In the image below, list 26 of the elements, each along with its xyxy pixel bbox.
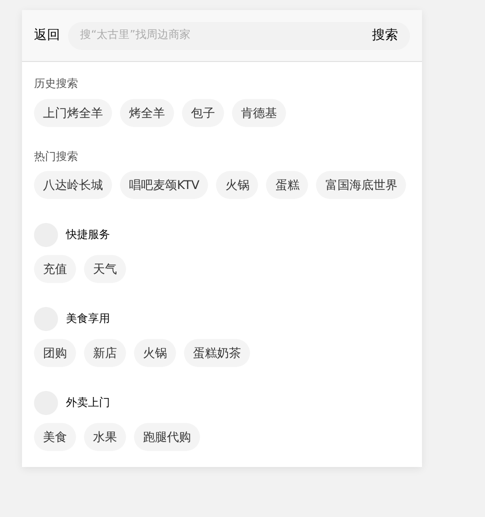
search-field[interactable]: 搜“太古里”找周边商家 搜索: [68, 22, 410, 50]
search-tag[interactable]: 火锅: [134, 339, 176, 367]
search-tag[interactable]: 新店: [84, 339, 126, 367]
category-title: 美食享用: [66, 310, 110, 327]
search-tag[interactable]: 天气: [84, 255, 126, 283]
category-title: 快捷服务: [66, 226, 110, 243]
category-title: 外卖上门: [66, 394, 110, 411]
search-tag[interactable]: 水果: [84, 423, 126, 451]
search-tag[interactable]: 火锅: [216, 171, 258, 199]
search-tag[interactable]: 肯德基: [232, 98, 286, 126]
search-tag[interactable]: 富国海底世界: [316, 171, 406, 199]
search-tag[interactable]: 蛋糕奶茶: [184, 339, 250, 367]
section-title: 历史搜索: [34, 76, 79, 92]
search-tag[interactable]: 烤全羊: [120, 98, 174, 126]
search-tag[interactable]: 团购: [34, 339, 76, 367]
search-button[interactable]: 搜索: [368, 26, 402, 46]
search-tag[interactable]: 蛋糕: [266, 171, 308, 199]
search-tag[interactable]: 八达岭长城: [34, 171, 112, 199]
section-title: 热门搜索: [34, 148, 79, 164]
search-tag[interactable]: 跑腿代购: [134, 423, 200, 451]
back-link[interactable]: 返回: [34, 26, 60, 46]
search-tag[interactable]: 包子: [182, 98, 224, 126]
search-tag[interactable]: 唱吧麦颂KTV: [120, 171, 208, 199]
search-tag[interactable]: 充值: [34, 255, 76, 283]
search-tag[interactable]: 美食: [34, 423, 76, 451]
search-tag[interactable]: 上门烤全羊: [34, 98, 112, 126]
